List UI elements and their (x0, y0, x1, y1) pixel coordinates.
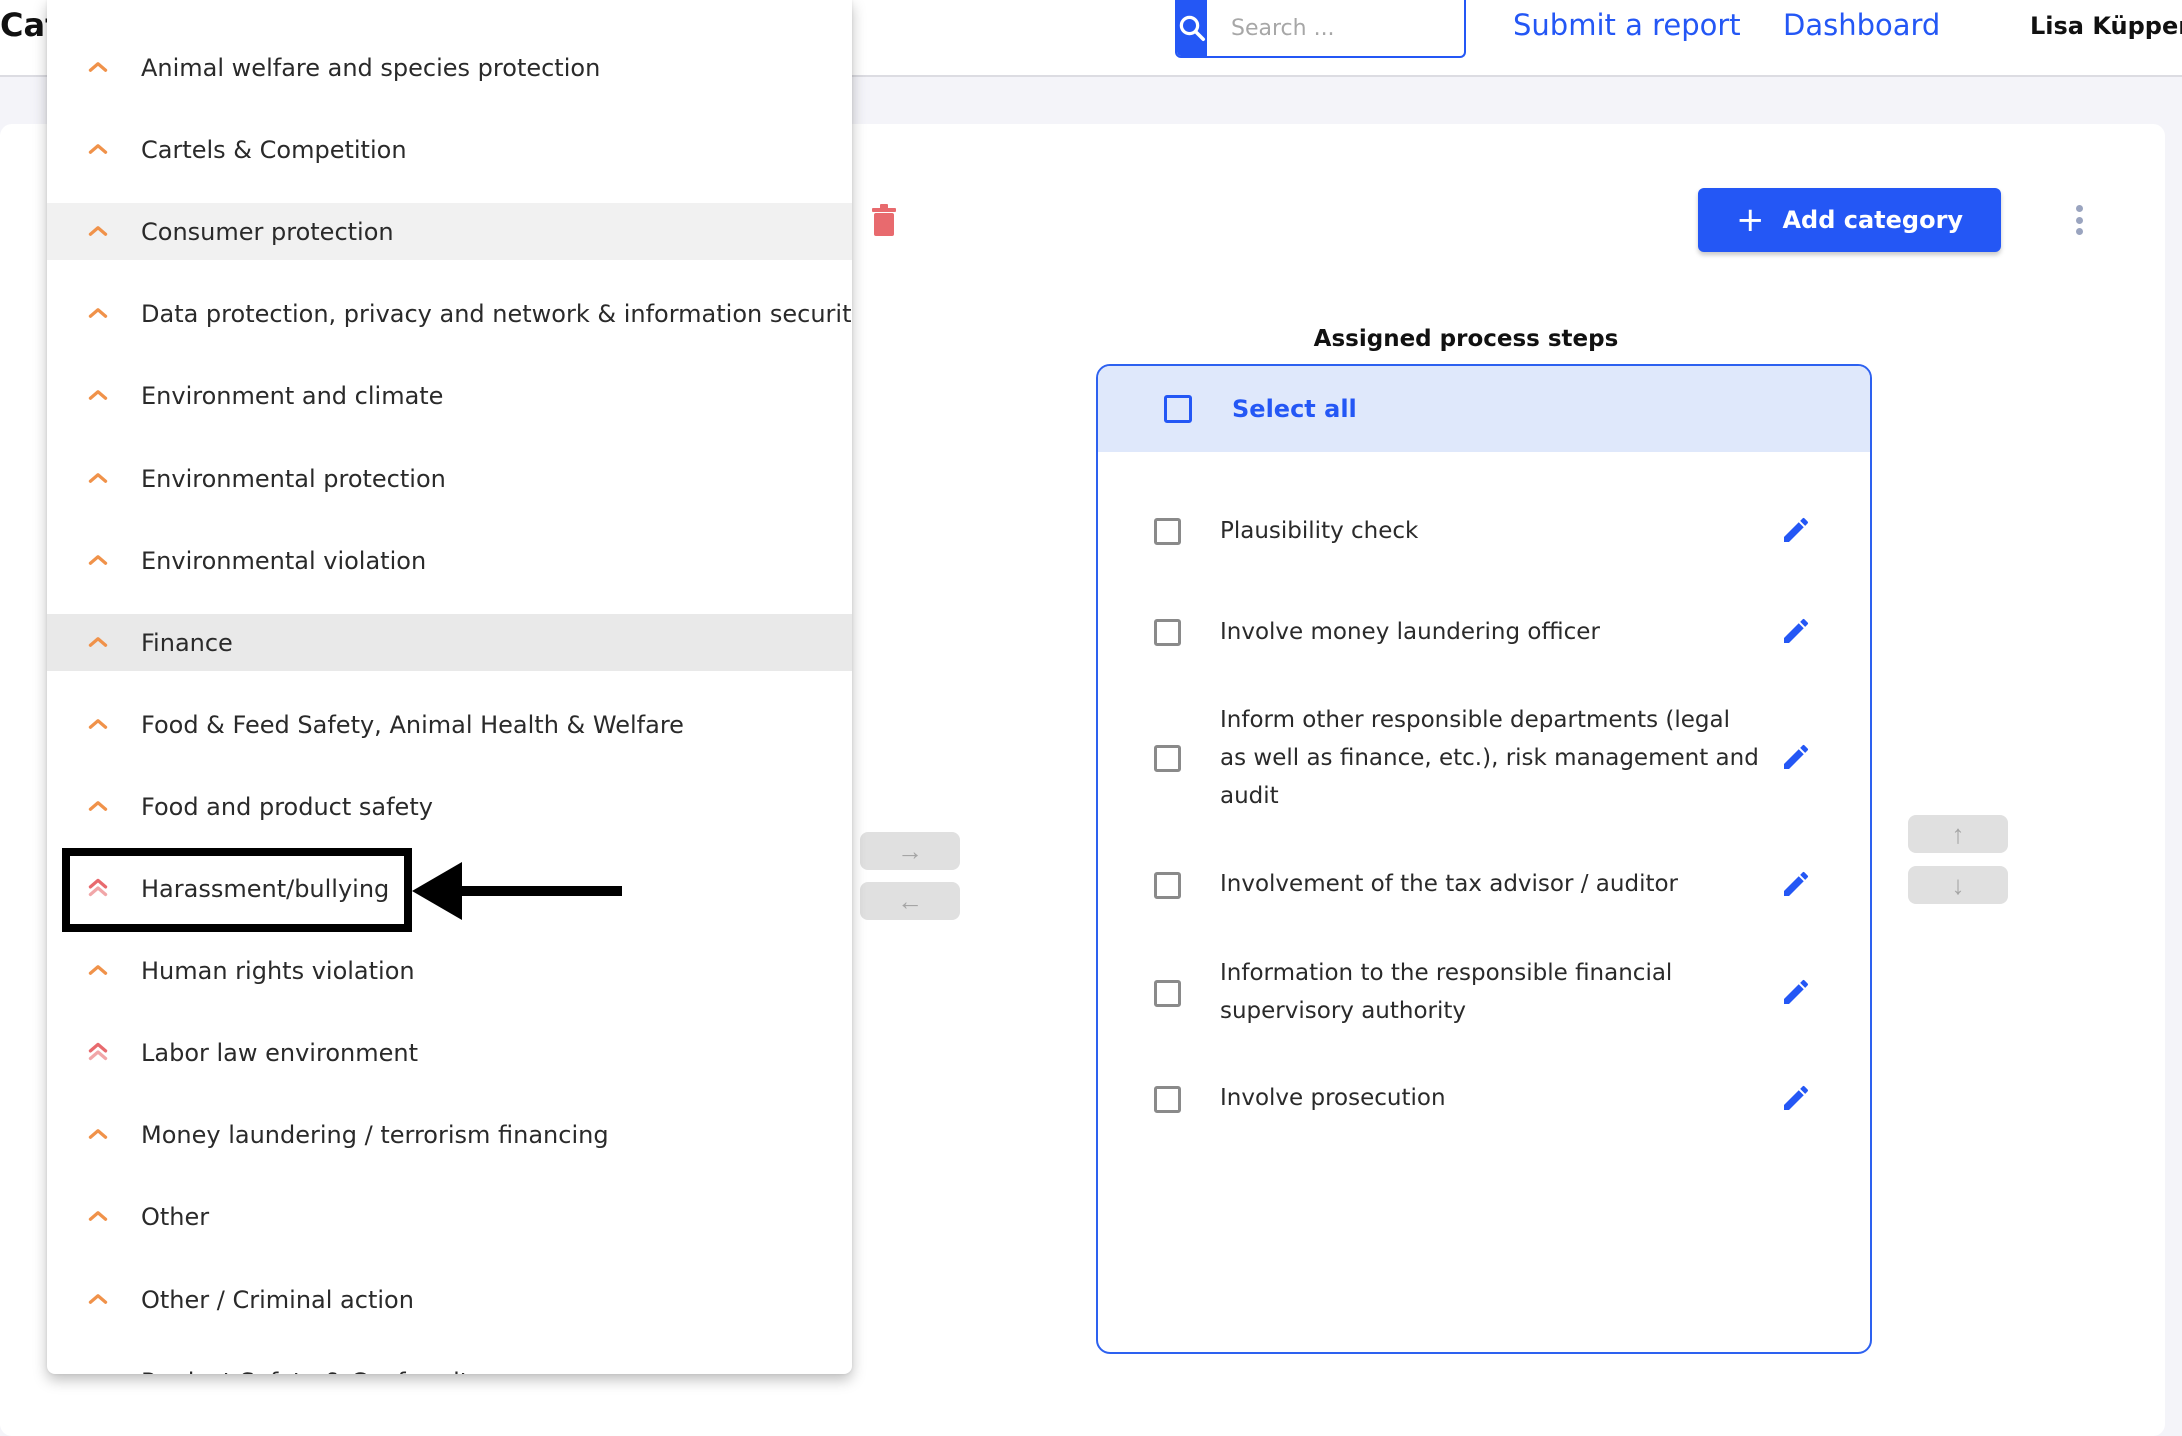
priority-medium-chevron-icon (88, 1294, 108, 1304)
plus-icon: + (1735, 200, 1765, 240)
add-category-button[interactable]: + Add category (1698, 188, 2001, 252)
more-options-button[interactable] (2072, 203, 2086, 237)
priority-medium-chevron-icon (85, 1368, 111, 1374)
priority-high-double-chevron-icon (88, 1042, 108, 1061)
category-option-label: Money laundering / terrorism financing (141, 1120, 609, 1149)
pencil-icon[interactable] (1780, 615, 1812, 647)
category-option[interactable]: Labor law environment (47, 1024, 852, 1081)
step-checkbox[interactable] (1154, 619, 1181, 646)
category-option[interactable]: Finance (47, 614, 852, 671)
category-dropdown[interactable]: Animal welfare and species protection Car… (47, 0, 852, 1374)
priority-medium-chevron-icon (88, 144, 108, 154)
category-option[interactable]: Other (47, 1188, 852, 1245)
priority-medium-chevron-icon (88, 801, 108, 811)
step-checkbox[interactable] (1154, 745, 1181, 772)
step-label: Information to the responsible financial… (1220, 960, 1673, 1024)
category-option-label: Labor law environment (141, 1038, 418, 1067)
step-label: Involvement of the tax advisor / auditor (1220, 871, 1679, 897)
priority-medium-chevron-icon (88, 637, 108, 647)
move-right-button[interactable]: → (860, 832, 960, 870)
pencil-icon[interactable] (1780, 514, 1812, 546)
priority-medium-chevron-icon (88, 555, 108, 565)
category-option-label: Food and product safety (141, 792, 433, 821)
category-option-label: Other / Criminal action (141, 1285, 414, 1314)
assigned-steps-title: Assigned process steps (1313, 326, 1619, 352)
search-input[interactable] (1207, 0, 1464, 56)
category-option[interactable]: Animal welfare and species protection (47, 39, 852, 96)
category-option-label: Consumer protection (141, 217, 394, 246)
pencil-icon[interactable] (1780, 976, 1812, 1008)
priority-medium-chevron-icon (88, 308, 108, 318)
annotation-highlight-box (62, 848, 412, 932)
category-option[interactable]: Product Safety & Conformity (47, 1353, 852, 1375)
priority-medium-chevron-icon (88, 390, 108, 400)
select-all-label: Select all (1232, 395, 1357, 423)
category-option[interactable]: Cartels & Competition (47, 121, 852, 178)
priority-medium-chevron-icon (88, 226, 108, 236)
add-category-label: Add category (1782, 206, 1964, 234)
trash-icon (872, 204, 896, 236)
category-option-label: Human rights violation (141, 956, 415, 985)
priority-medium-chevron-icon (88, 1211, 108, 1221)
kebab-dot (2075, 205, 2083, 212)
kebab-dot (2075, 216, 2083, 224)
step-checkbox[interactable] (1154, 1086, 1181, 1113)
select-all-row[interactable]: Select all (1098, 366, 1870, 452)
category-option-label: Data protection, privacy and network & i… (141, 299, 852, 328)
step-checkbox[interactable] (1154, 518, 1181, 545)
category-option[interactable]: Food & Feed Safety, Animal Health & Welf… (47, 696, 852, 753)
category-option-label: Animal welfare and species protection (141, 53, 601, 82)
search-button[interactable] (1177, 0, 1207, 56)
dashboard-link[interactable]: Dashboard (1783, 8, 1940, 42)
step-label: Inform other responsible departments (le… (1220, 707, 1759, 809)
pencil-icon[interactable] (1780, 741, 1812, 773)
assigned-steps-list: Select all Plausibility check Involve mo… (1096, 364, 1872, 1354)
move-left-button[interactable]: ← (860, 882, 960, 920)
search-icon (1179, 15, 1205, 41)
category-option-label: Environmental violation (141, 546, 427, 575)
delete-button[interactable] (872, 204, 896, 240)
priority-medium-chevron-icon (88, 62, 108, 72)
priority-medium-chevron-icon (88, 719, 108, 729)
category-option-label: Other (141, 1202, 210, 1231)
select-all-checkbox[interactable] (1164, 395, 1192, 423)
category-option[interactable]: Food and product safety (47, 778, 852, 835)
step-label: Involve money laundering officer (1220, 619, 1600, 645)
category-option[interactable]: Environmental violation (47, 532, 852, 589)
category-option[interactable]: Money laundering / terrorism financing (47, 1106, 852, 1163)
priority-medium-chevron-icon (88, 1129, 108, 1139)
category-option[interactable]: Environment and climate (47, 367, 852, 424)
user-name[interactable]: Lisa Küppers (2030, 12, 2182, 40)
submit-report-link[interactable]: Submit a report (1513, 8, 1741, 42)
category-option[interactable]: Consumer protection (47, 203, 852, 260)
category-option-label: Finance (141, 628, 233, 657)
step-checkbox[interactable] (1154, 872, 1181, 899)
category-option[interactable]: Other / Criminal action (47, 1271, 852, 1328)
category-option-label: Product Safety & Conformity (141, 1368, 483, 1375)
step-label: Plausibility check (1220, 518, 1419, 544)
pencil-icon[interactable] (1780, 868, 1812, 900)
category-option-label: Environmental protection (141, 464, 446, 493)
kebab-dot (2075, 228, 2083, 235)
category-option-label: Food & Feed Safety, Animal Health & Welf… (141, 710, 684, 739)
priority-medium-chevron-icon (88, 965, 108, 975)
step-label: Involve prosecution (1220, 1085, 1446, 1111)
category-option[interactable]: Data protection, privacy and network & i… (47, 285, 852, 342)
priority-medium-chevron-icon (88, 473, 108, 483)
move-up-button[interactable]: ↑ (1908, 815, 2008, 853)
category-option[interactable]: Human rights violation (47, 942, 852, 999)
search-bar (1175, 0, 1466, 58)
category-option-label: Cartels & Competition (141, 135, 407, 164)
step-checkbox[interactable] (1154, 980, 1181, 1007)
pencil-icon[interactable] (1780, 1082, 1812, 1114)
category-option-label: Environment and climate (141, 381, 444, 410)
move-down-button[interactable]: ↓ (1908, 866, 2008, 904)
category-option[interactable]: Environmental protection (47, 450, 852, 507)
annotation-arrow-icon (412, 862, 622, 920)
